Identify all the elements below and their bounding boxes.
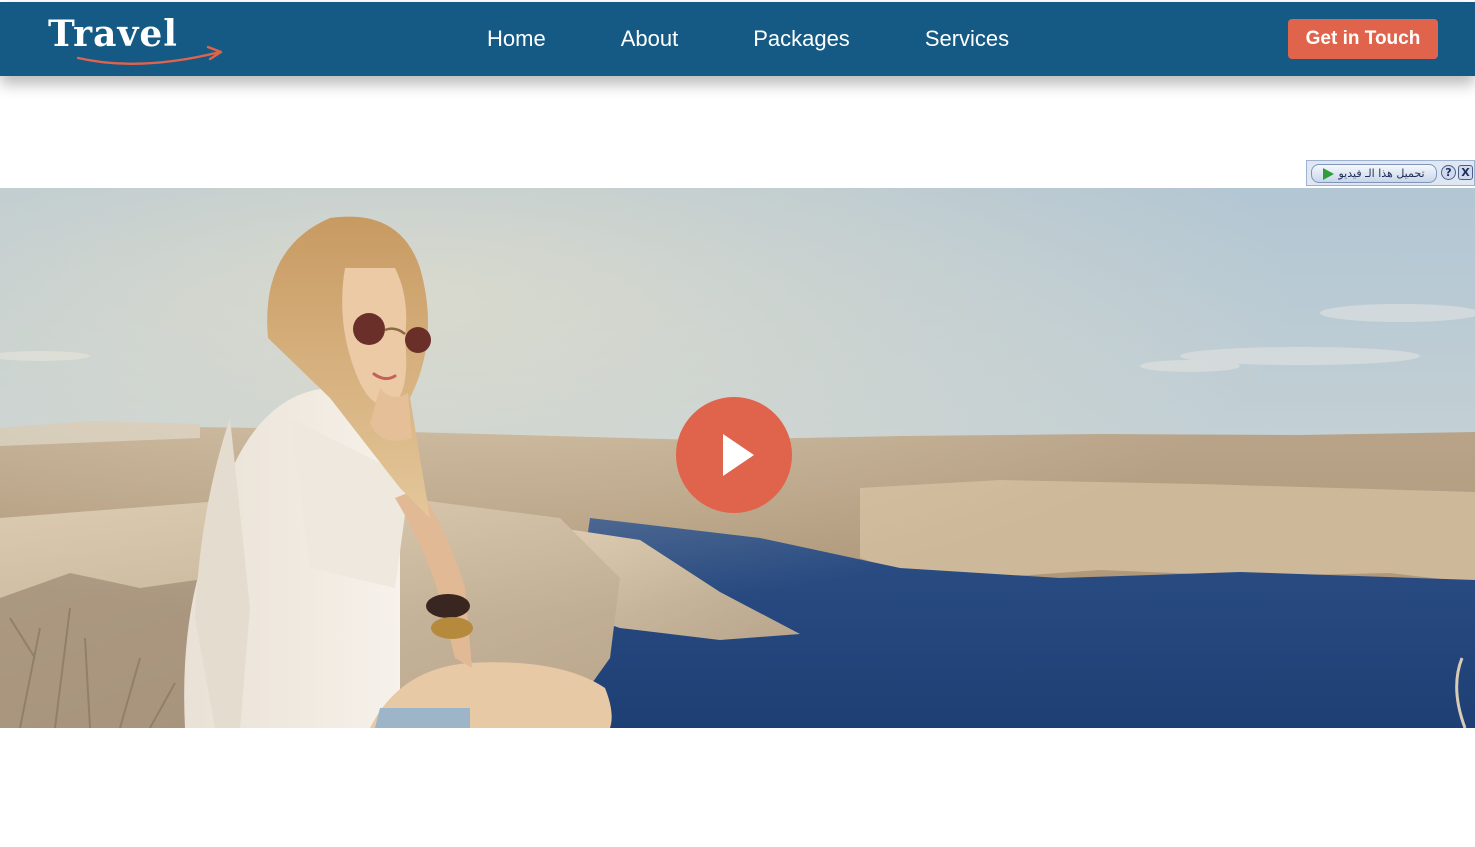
- download-video-button[interactable]: تحميل هذا الـ فيديو: [1311, 164, 1437, 183]
- travel-logo[interactable]: Travel: [48, 12, 238, 68]
- close-toolbar-button[interactable]: X: [1458, 165, 1473, 180]
- video-download-toolbar: تحميل هذا الـ فيديو ? X: [1306, 160, 1475, 186]
- play-icon: [1323, 167, 1335, 180]
- nav-services[interactable]: Services: [925, 26, 1009, 52]
- main-nav: Home About Packages Services: [487, 2, 1084, 76]
- play-icon: [723, 434, 754, 476]
- nav-packages[interactable]: Packages: [753, 26, 850, 52]
- logo-swoosh-icon: [76, 45, 223, 65]
- top-navbar: Travel Home About Packages Services Get …: [0, 2, 1475, 76]
- play-video-button[interactable]: [676, 397, 792, 513]
- download-video-label: تحميل هذا الـ فيديو: [1338, 167, 1425, 180]
- nav-about[interactable]: About: [621, 26, 679, 52]
- hero-video-poster[interactable]: [0, 188, 1475, 728]
- get-in-touch-button[interactable]: Get in Touch: [1288, 19, 1438, 59]
- help-button[interactable]: ?: [1441, 165, 1456, 180]
- nav-home[interactable]: Home: [487, 26, 546, 52]
